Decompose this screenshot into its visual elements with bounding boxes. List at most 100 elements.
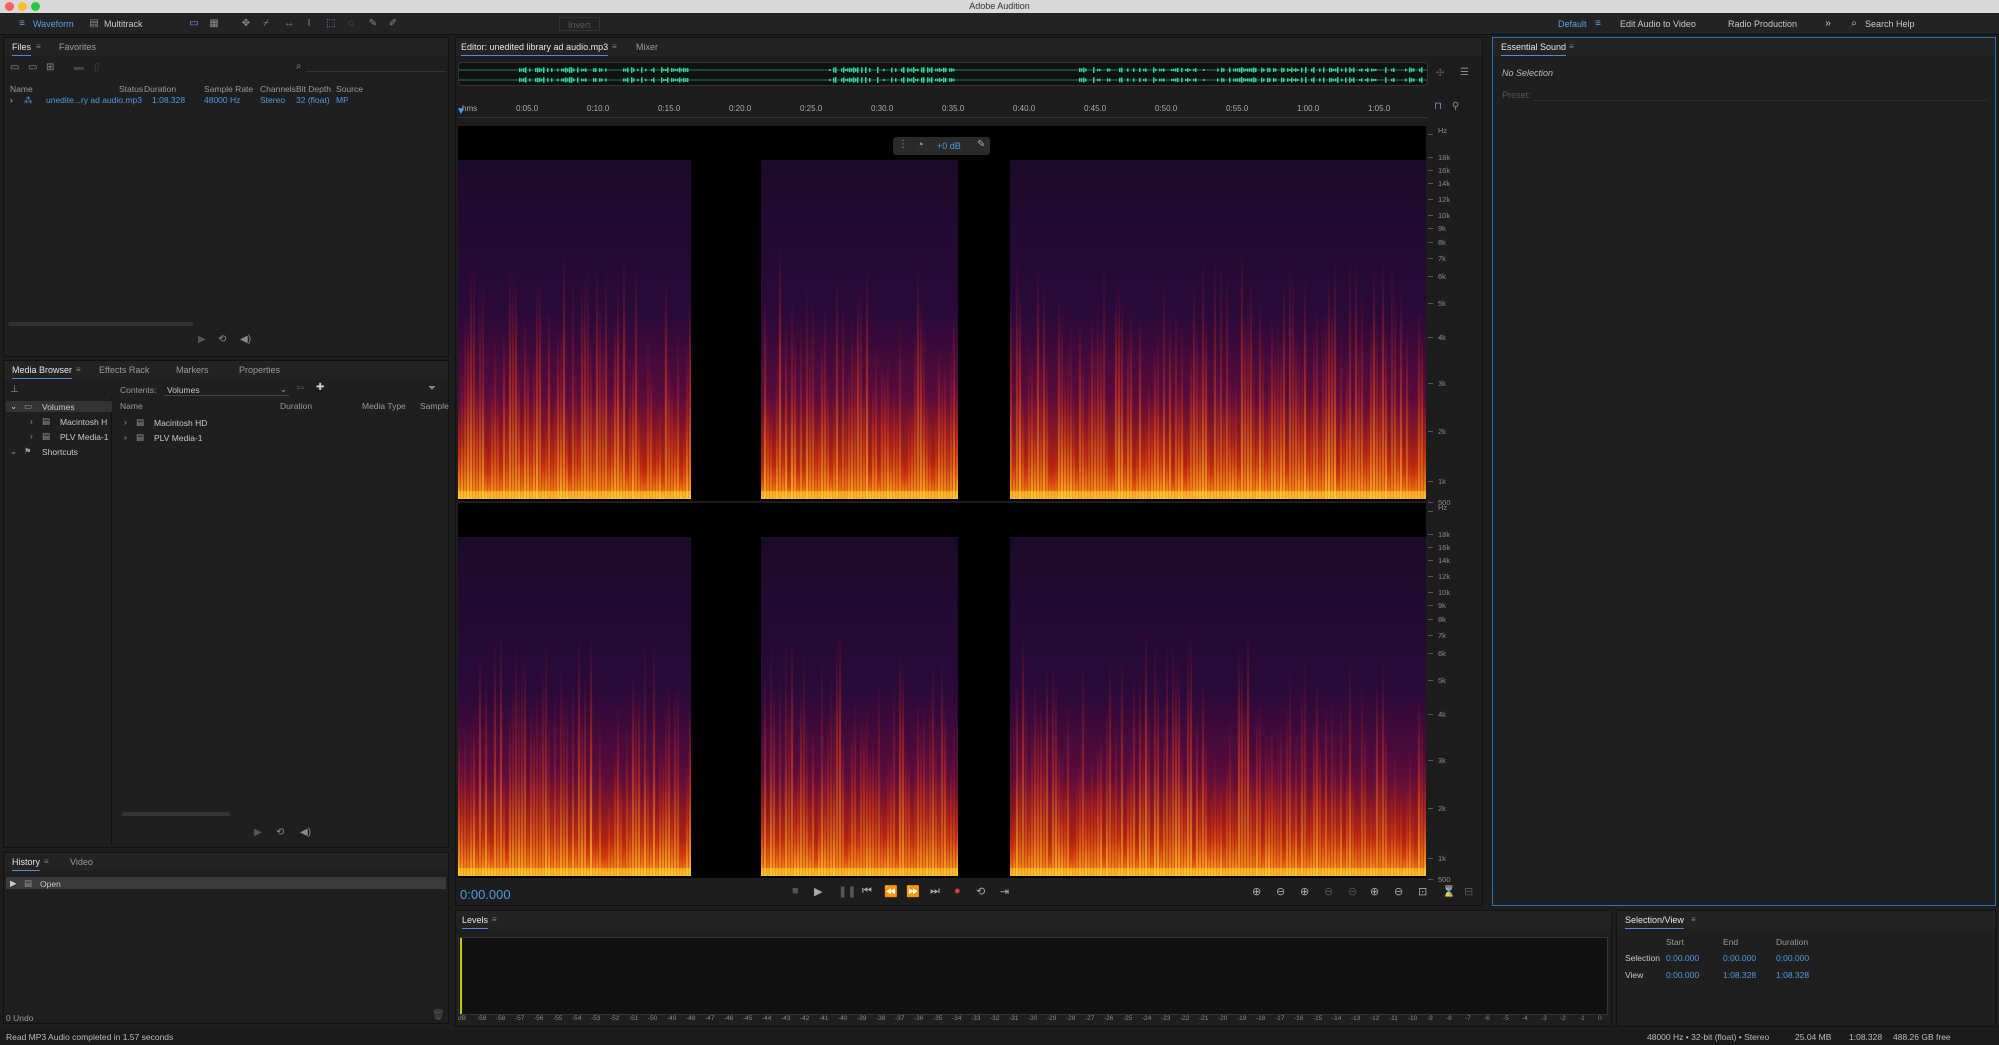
time-selection-tool-icon[interactable]: I [303, 18, 315, 29]
col-name[interactable]: Name [120, 401, 143, 411]
tab-selection-view[interactable]: Selection/View [1625, 915, 1684, 929]
tree-item-volumes[interactable]: ⌄ ▭ Volumes [6, 401, 112, 412]
brush-tool-icon[interactable]: ✎ [367, 18, 379, 29]
more-workspaces-icon[interactable]: » [1822, 18, 1834, 29]
tab-files[interactable]: Files [12, 42, 32, 56]
col-media-type[interactable]: Media Type [362, 401, 406, 411]
import-file-icon[interactable]: ▭ [28, 62, 37, 73]
tab-video[interactable]: Video [70, 857, 93, 867]
horizontal-scrollbar[interactable] [122, 812, 230, 816]
tab-history[interactable]: History [12, 857, 41, 871]
workspace-edit-audio-to-video[interactable]: Edit Audio to Video [1620, 17, 1696, 31]
col-sample[interactable]: Sample [420, 401, 449, 411]
zoom-out-amplitude-icon[interactable]: ⊖ [1276, 885, 1285, 898]
zoom-out-point-icon[interactable]: ⊖ [1394, 885, 1403, 898]
play-icon[interactable]: ▶ [254, 827, 262, 838]
stop-icon[interactable]: ■ [792, 885, 799, 897]
loop-icon[interactable]: ⟲ [218, 334, 226, 345]
overview-waveform[interactable] [458, 62, 1428, 86]
healing-tool-icon[interactable]: ✐ [387, 18, 399, 29]
skip-selection-icon[interactable]: ⇥ [1000, 885, 1009, 898]
tab-properties[interactable]: Properties [239, 365, 280, 375]
list-item[interactable]: › ▤ Macintosh HD [116, 417, 446, 428]
zoom-window-button[interactable] [31, 2, 40, 11]
panel-menu-icon[interactable]: ≡ [492, 915, 497, 924]
workspace-menu-icon[interactable]: ≡ [1592, 18, 1604, 29]
playhead-marker-icon[interactable]: ▼ [456, 106, 466, 117]
workspace-radio-production[interactable]: Radio Production [1728, 17, 1797, 31]
spectral-display-right-channel[interactable] [458, 503, 1426, 878]
minimize-window-button[interactable] [18, 2, 27, 11]
show-spectral-icon[interactable]: ▦ [208, 18, 220, 29]
workspace-default[interactable]: Default [1558, 17, 1587, 31]
view-end[interactable]: 1:08.328 [1723, 970, 1756, 980]
loop-playback-icon[interactable]: ⟲ [976, 885, 985, 898]
panel-menu-icon[interactable]: ≡ [612, 42, 617, 51]
tree-item-shortcuts[interactable]: ⌄ ⚑ Shortcuts [6, 446, 112, 457]
tree-item-plv-media[interactable]: › ▤ PLV Media-1 [6, 431, 112, 442]
autoplay-icon[interactable]: ◀) [300, 827, 311, 838]
col-sample-rate[interactable]: Sample Rate [204, 84, 253, 94]
tab-essential-sound[interactable]: Essential Sound [1501, 42, 1567, 56]
col-channels[interactable]: Channels [260, 84, 296, 94]
table-row[interactable]: › ⁂ unedite...ry ad audio.mp3 1:08.328 4… [4, 95, 448, 107]
panel-menu-icon[interactable]: ≡ [36, 42, 41, 51]
lasso-tool-icon[interactable]: ◌ [345, 18, 357, 29]
filter-icon[interactable]: ⏷ [428, 383, 436, 394]
pause-icon[interactable]: ❚❚ [838, 885, 856, 898]
col-bit-depth[interactable]: Bit Depth [296, 84, 331, 94]
contents-select[interactable]: Volumes ⌄ [164, 383, 289, 396]
slip-tool-icon[interactable]: ↔ [283, 18, 295, 29]
open-file-icon[interactable]: ▭ [10, 62, 19, 73]
files-search-input[interactable] [306, 71, 446, 72]
razor-tool-icon[interactable]: ⌿ [260, 18, 272, 29]
expand-icon[interactable]: › [10, 95, 13, 105]
pin-icon[interactable]: ✎ [977, 139, 985, 150]
fast-forward-icon[interactable]: ⏩ [906, 885, 920, 898]
col-duration[interactable]: Duration [144, 84, 176, 94]
col-source[interactable]: Source [336, 84, 363, 94]
waveform-button[interactable]: Waveform [33, 17, 74, 31]
autoplay-icon[interactable]: ◀) [240, 334, 251, 345]
rewind-icon[interactable]: ⏪ [884, 885, 898, 898]
tree-item-macintosh[interactable]: › ▤ Macintosh H [6, 416, 112, 427]
col-name[interactable]: Name [10, 84, 33, 94]
history-item[interactable]: ▶ ▤ Open [6, 877, 446, 889]
tab-levels[interactable]: Levels [462, 915, 489, 929]
move-tool-icon[interactable]: ✥ [240, 18, 252, 29]
back-arrow-icon[interactable]: ⇦ [296, 383, 304, 394]
invert-button[interactable]: Invert [559, 17, 600, 31]
show-waveform-icon[interactable]: ▭ [188, 18, 200, 29]
horizontal-scrollbar[interactable] [8, 322, 193, 326]
panel-menu-icon[interactable]: ≡ [76, 365, 81, 374]
record-icon[interactable]: ● [954, 885, 961, 897]
zoom-selection-icon[interactable]: ⊡ [1418, 885, 1427, 898]
snap-icon[interactable]: ⊓ [1434, 101, 1442, 112]
close-window-button[interactable] [5, 2, 14, 11]
preset-select[interactable] [1533, 88, 1989, 101]
panel-menu-icon[interactable]: ≡ [1691, 915, 1696, 924]
tab-effects-rack[interactable]: Effects Rack [99, 365, 149, 375]
new-file-icon[interactable]: ⊞ [46, 62, 54, 73]
zoom-in-amplitude-icon[interactable]: ⊕ [1252, 885, 1261, 898]
selection-duration[interactable]: 0:00.000 [1776, 953, 1809, 963]
tab-mixer[interactable]: Mixer [636, 42, 658, 52]
volume-knob-icon[interactable]: ◔ [917, 139, 924, 151]
skip-to-start-icon[interactable]: ⏮ [862, 885, 872, 898]
multitrack-button[interactable]: Multitrack [104, 17, 143, 31]
marquee-tool-icon[interactable]: ⬚ [325, 18, 337, 29]
zoom-in-point-icon[interactable]: ⊕ [1370, 885, 1379, 898]
view-start[interactable]: 0:00.000 [1666, 970, 1699, 980]
zoom-reset-icon[interactable]: ⊟ [1464, 885, 1473, 898]
add-shortcut-icon[interactable]: ✚ [316, 382, 324, 393]
list-item[interactable]: › ▤ PLV Media-1 [116, 432, 446, 443]
tab-editor[interactable]: Editor: unedited library ad audio.mp3 [461, 42, 609, 56]
skip-to-end-icon[interactable]: ⏭ [930, 885, 940, 898]
zoom-out-time-icon[interactable]: ⊖ [1324, 885, 1333, 898]
panel-menu-icon[interactable]: ≡ [44, 857, 49, 866]
selection-end[interactable]: 0:00.000 [1723, 953, 1756, 963]
zoom-time-icon[interactable]: ⌛ [1442, 885, 1456, 898]
zoom-in-icon[interactable]: ✣ [1436, 68, 1444, 79]
view-menu-icon[interactable]: ☰ [1460, 67, 1469, 78]
col-duration[interactable]: Duration [280, 401, 312, 411]
